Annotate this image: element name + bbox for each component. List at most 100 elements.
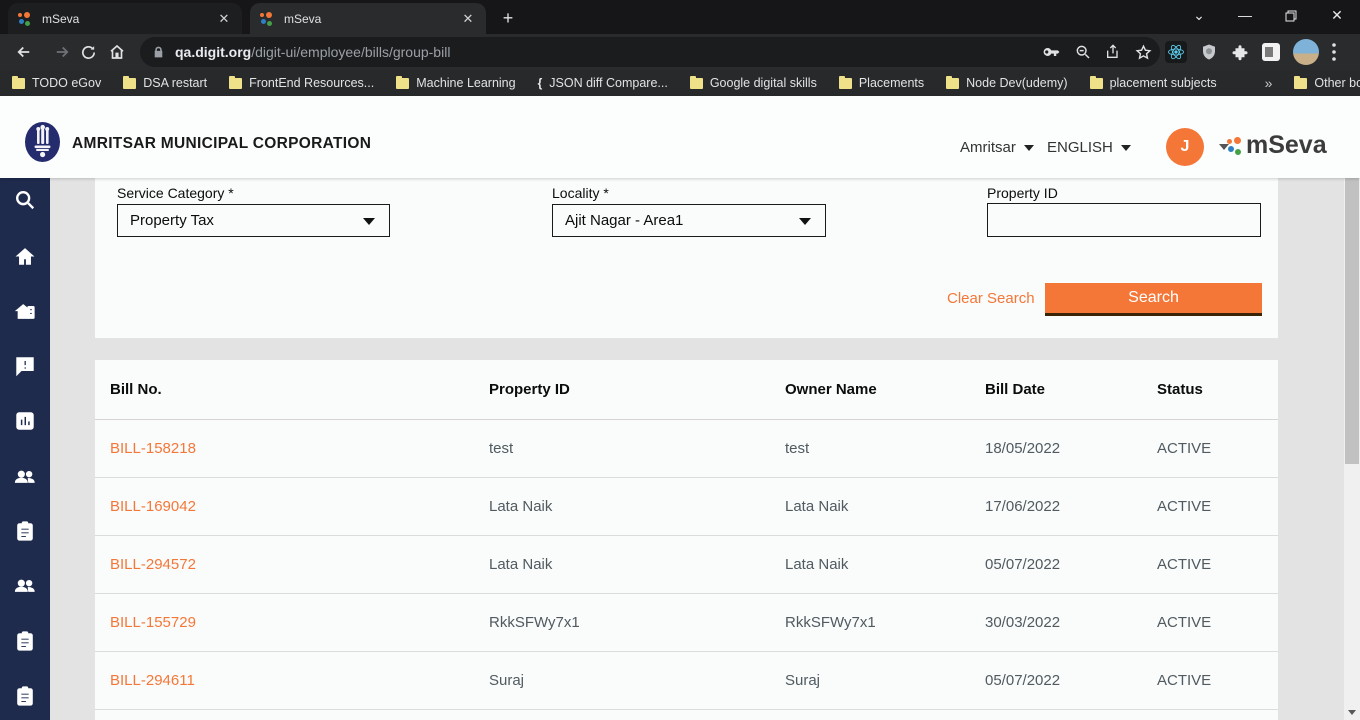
col-owner-name: Owner Name xyxy=(785,381,985,398)
group-bill-search-card: Service Category * Property Tax Locality… xyxy=(95,178,1278,338)
tab-close-icon[interactable]: ✕ xyxy=(460,11,476,27)
zoom-icon[interactable] xyxy=(1075,44,1091,60)
property-id-input[interactable] xyxy=(987,203,1261,237)
bills-clipboard-icon[interactable] xyxy=(14,520,36,542)
table-row: BILL-158218 test test 18/05/2022 ACTIVE xyxy=(95,420,1278,478)
bookmark-folder[interactable]: TODO eGov xyxy=(12,76,101,90)
folder-icon xyxy=(12,78,25,89)
cell-owner-name: test xyxy=(785,440,985,457)
bookmarks-bar: TODO eGov DSA restart FrontEnd Resources… xyxy=(0,70,1360,96)
bookmark-item[interactable]: {JSON diff Compare... xyxy=(538,76,668,90)
cell-property-id: test xyxy=(489,440,785,457)
users-icon[interactable] xyxy=(14,465,36,487)
col-status: Status xyxy=(1157,381,1278,398)
browser-menu-kebab-icon[interactable] xyxy=(1332,43,1336,61)
chevron-down-icon xyxy=(799,218,811,225)
tab-title: mSeva xyxy=(42,12,216,26)
cell-property-id: Lata Naik xyxy=(489,556,785,573)
property-home-icon[interactable] xyxy=(14,301,36,323)
documents-clipboard-icon[interactable] xyxy=(14,685,36,707)
reload-icon[interactable] xyxy=(74,38,102,66)
cell-status: ACTIVE xyxy=(1157,556,1278,573)
locality-select[interactable]: Ajit Nagar - Area1 xyxy=(552,204,826,237)
new-tab-button[interactable]: + xyxy=(496,7,520,31)
tab-close-icon[interactable]: ✕ xyxy=(216,11,232,27)
forward-icon[interactable] xyxy=(48,38,76,66)
reports-chart-icon[interactable] xyxy=(14,410,36,432)
col-bill-date: Bill Date xyxy=(985,381,1157,398)
folder-icon xyxy=(396,78,409,89)
table-row: BILL-294572 Lata Naik Lata Naik 05/07/20… xyxy=(95,536,1278,594)
clear-search-link[interactable]: Clear Search xyxy=(947,290,1035,307)
cell-bill-date: 05/07/2022 xyxy=(985,672,1157,689)
chevron-down-icon xyxy=(1121,145,1131,151)
bookmark-star-icon[interactable] xyxy=(1135,44,1152,61)
close-window-button[interactable]: ✕ xyxy=(1314,0,1360,32)
cell-bill-date: 18/05/2022 xyxy=(985,440,1157,457)
bill-link[interactable]: BILL-155729 xyxy=(110,614,489,631)
search-button[interactable]: Search xyxy=(1045,283,1262,316)
cell-owner-name: RkkSFWy7x1 xyxy=(785,614,985,631)
chevron-down-icon xyxy=(363,218,375,225)
bookmark-folder[interactable]: FrontEnd Resources... xyxy=(229,76,374,90)
cell-bill-date: 17/06/2022 xyxy=(985,498,1157,515)
cell-property-id: Suraj xyxy=(489,672,785,689)
restore-button[interactable] xyxy=(1268,0,1314,32)
locality-label: Locality * xyxy=(552,185,609,201)
browser-tab-2-active[interactable]: mSeva ✕ xyxy=(250,3,486,34)
cell-owner-name: Suraj xyxy=(785,672,985,689)
bill-link[interactable]: BILL-158218 xyxy=(110,440,489,457)
tab-search-chevron-icon[interactable]: ⌄ xyxy=(1176,0,1222,32)
cell-status: ACTIVE xyxy=(1157,498,1278,515)
sidebar xyxy=(0,178,50,720)
address-bar[interactable]: qa.digit.org/digit-ui/employee/bills/gro… xyxy=(140,37,1160,67)
scroll-down-arrow-icon[interactable] xyxy=(1348,710,1356,715)
cell-property-id: RkkSFWy7x1 xyxy=(489,614,785,631)
bill-link[interactable]: BILL-294572 xyxy=(110,556,489,573)
tasks-clipboard-icon[interactable] xyxy=(14,630,36,652)
bookmark-folder[interactable]: Machine Learning xyxy=(396,76,515,90)
home-icon[interactable] xyxy=(14,246,36,268)
folder-icon xyxy=(946,78,959,89)
bill-link[interactable]: BILL-294611 xyxy=(110,672,489,689)
user-avatar[interactable]: J xyxy=(1166,128,1204,166)
cell-bill-date: 05/07/2022 xyxy=(985,556,1157,573)
bookmark-folder[interactable]: Node Dev(udemy) xyxy=(946,76,1067,90)
language-dropdown[interactable]: ENGLISH xyxy=(1047,139,1131,156)
city-dropdown[interactable]: Amritsar xyxy=(960,139,1034,156)
minimize-button[interactable]: — xyxy=(1222,0,1268,32)
employees-icon[interactable] xyxy=(14,574,36,596)
page-scrollbar[interactable] xyxy=(1344,96,1360,720)
extensions-puzzle-icon[interactable] xyxy=(1231,43,1249,61)
react-devtools-extension-icon[interactable] xyxy=(1165,41,1187,63)
chevron-down-icon xyxy=(1024,145,1034,151)
other-bookmarks[interactable]: Other bookmarks xyxy=(1294,76,1360,90)
bookmark-folder[interactable]: Placements xyxy=(839,76,924,90)
bookmark-folder[interactable]: Google digital skills xyxy=(690,76,817,90)
folder-icon xyxy=(229,78,242,89)
folder-icon xyxy=(1090,78,1103,89)
cell-bill-date: 30/03/2022 xyxy=(985,614,1157,631)
scrollbar-thumb[interactable] xyxy=(1345,168,1359,464)
share-icon[interactable] xyxy=(1105,44,1121,60)
browser-tab-1[interactable]: mSeva ✕ xyxy=(8,3,242,34)
folder-icon xyxy=(839,78,852,89)
mseva-favicon xyxy=(18,12,32,26)
service-category-select[interactable]: Property Tax xyxy=(117,204,390,237)
bill-link[interactable]: BILL-169042 xyxy=(110,498,489,515)
back-icon[interactable] xyxy=(10,38,38,66)
home-icon[interactable] xyxy=(103,38,131,66)
bookmark-folder[interactable]: DSA restart xyxy=(123,76,207,90)
bookmarks-overflow-chevron[interactable]: » xyxy=(1265,75,1273,91)
browser-titlebar: mSeva ✕ mSeva ✕ + ⌄ — ✕ xyxy=(0,0,1360,34)
cell-status: ACTIVE xyxy=(1157,614,1278,631)
profile-avatar[interactable] xyxy=(1293,39,1319,65)
bills-table-card: Bill No. Property ID Owner Name Bill Dat… xyxy=(95,360,1278,720)
tab-title: mSeva xyxy=(284,12,460,26)
complaints-icon[interactable] xyxy=(14,355,36,377)
shield-extension-icon[interactable] xyxy=(1200,42,1218,62)
bookmark-folder[interactable]: placement subjects xyxy=(1090,76,1217,90)
password-key-icon[interactable] xyxy=(1042,46,1061,58)
search-icon[interactable] xyxy=(14,189,36,211)
screenshot-extension-icon[interactable] xyxy=(1262,43,1280,61)
